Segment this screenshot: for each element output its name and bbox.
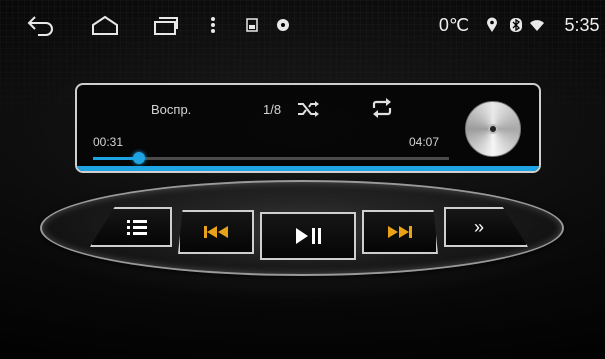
next-track-button[interactable]: [362, 210, 438, 254]
now-playing-panel: Воспр. 1/8 00:31 04:07: [75, 83, 541, 173]
track-counter: 1/8: [263, 102, 282, 117]
previous-track-button[interactable]: [178, 210, 254, 254]
previous-track-icon: [204, 226, 228, 238]
bluetooth-icon: [508, 12, 524, 38]
shuffle-icon[interactable]: [296, 99, 322, 119]
back-icon[interactable]: [24, 12, 58, 38]
panel-accent-bar: [77, 166, 539, 171]
double-chevron-right-icon: »: [473, 216, 484, 237]
playback-status-label: Воспр.: [151, 102, 192, 117]
wifi-icon: [528, 12, 546, 38]
seek-bar-thumb[interactable]: [133, 152, 146, 164]
repeat-icon[interactable]: [370, 97, 394, 119]
next-track-icon: [388, 226, 412, 238]
seek-bar[interactable]: [93, 152, 449, 164]
total-duration: 04:07: [409, 135, 440, 149]
elapsed-time: 00:31: [93, 135, 124, 149]
status-bar: 0℃ 5:35: [0, 0, 605, 54]
media-player-screen: 0℃ 5:35 Воспр. 1/8 00:31 04:07 »: [0, 0, 605, 359]
music-indicator-icon: [274, 12, 292, 38]
cd-disc-icon: [465, 101, 521, 157]
menu-icon[interactable]: [206, 12, 220, 38]
cd-hole: [488, 124, 498, 134]
play-pause-icon: [296, 228, 321, 244]
temperature-readout: 0℃: [438, 14, 470, 35]
clock: 5:35: [564, 14, 600, 35]
playlist-icon: [127, 220, 147, 235]
play-pause-button[interactable]: [260, 212, 356, 260]
sd-card-icon: [244, 12, 260, 38]
recents-icon[interactable]: [150, 12, 182, 38]
location-icon: [485, 12, 499, 38]
home-icon[interactable]: [88, 12, 122, 38]
